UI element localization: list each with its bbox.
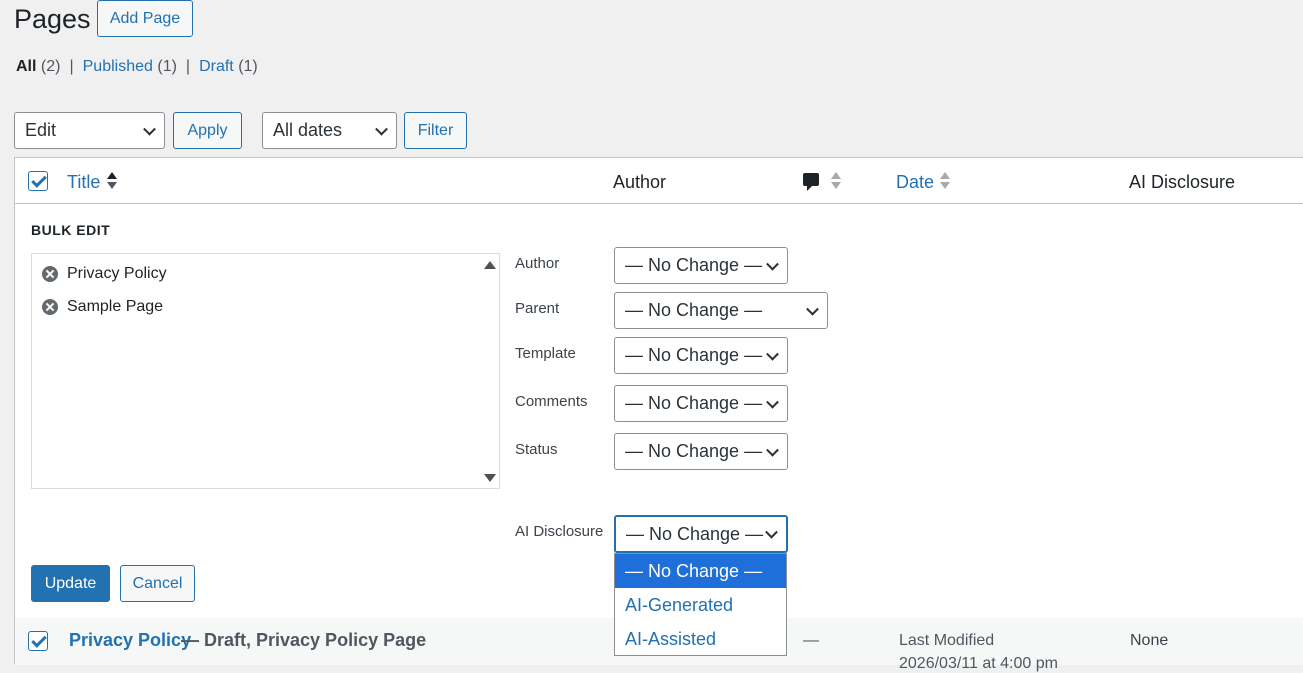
template-select[interactable]: — No Change — [614,337,788,374]
scroll-down-arrow[interactable] [484,474,496,482]
page-title: Pages [14,4,91,34]
chevron-down-icon [766,443,779,457]
status-label: Status [515,441,558,458]
chevron-down-icon [765,525,778,539]
bulk-action-select[interactable]: Edit [14,112,165,149]
ai-disclosure-select[interactable]: — No Change — [614,515,788,553]
row-ai-disclosure: None [1130,632,1169,649]
status-select[interactable]: — No Change — [614,433,788,470]
bulk-edit-heading: BULK EDIT [31,222,111,238]
view-published[interactable]: Published (1) [83,58,177,76]
comments-select[interactable]: — No Change — [614,385,788,422]
template-label: Template [515,345,576,362]
chevron-down-icon [375,122,388,136]
option-ai-assisted[interactable]: AI-Assisted [615,622,786,656]
pages-table: Title Author Date AI Disclosure BULK EDI… [14,157,1303,672]
row-checkbox[interactable] [28,631,48,651]
scroll-up-arrow[interactable] [484,261,496,269]
option-ai-generated[interactable]: AI-Generated [615,588,786,622]
author-label: Author [515,255,560,272]
parent-label: Parent [515,300,560,317]
list-item: Sample Page [42,298,163,316]
sort-icon[interactable] [831,171,841,191]
bulk-title-list[interactable]: Privacy Policy Sample Page [31,253,500,489]
remove-icon[interactable] [42,266,58,282]
chevron-down-icon [766,347,779,361]
date-filter-select[interactable]: All dates [262,112,397,149]
view-draft[interactable]: Draft (1) [199,58,258,76]
add-page-button[interactable]: Add Page [97,0,193,37]
row-title-link[interactable]: Privacy Policy [69,630,191,651]
ai-disclosure-options: — No Change — AI-Generated AI-Assisted [614,553,787,656]
option-no-change[interactable]: — No Change — [615,554,786,588]
cancel-button[interactable]: Cancel [120,565,195,602]
sort-icon[interactable] [107,171,117,191]
row-comments: — [803,632,819,649]
chevron-down-icon [766,395,779,409]
column-ai-disclosure: AI Disclosure [1129,172,1236,192]
ai-disclosure-label: AI Disclosure [515,523,604,540]
author-select[interactable]: — No Change — [614,247,788,284]
chevron-down-icon [766,257,779,271]
column-title[interactable]: Title [67,171,100,193]
table-header: Title Author Date AI Disclosure [15,158,1303,204]
list-item: Privacy Policy [42,265,167,283]
apply-button[interactable]: Apply [173,112,242,149]
row-date-label: Last Modified [899,632,995,649]
row-post-state: — Draft, Privacy Policy Page [181,630,427,650]
view-all[interactable]: All (2) [16,58,60,76]
column-author: Author [613,172,667,192]
select-all-checkbox[interactable] [28,171,48,191]
comments-label: Comments [515,393,588,410]
row-date-value: 2026/03/11 at 4:00 pm [899,655,1058,672]
filter-button[interactable]: Filter [404,112,467,149]
update-button[interactable]: Update [31,565,110,602]
comment-icon[interactable] [803,173,819,191]
sort-icon[interactable] [940,171,950,191]
remove-icon[interactable] [42,299,58,315]
parent-select[interactable]: — No Change — [614,292,828,329]
chevron-down-icon [806,302,819,316]
view-filters: All (2) | Published (1) | Draft (1) [16,58,258,76]
column-date[interactable]: Date [896,171,934,193]
chevron-down-icon [143,122,156,136]
